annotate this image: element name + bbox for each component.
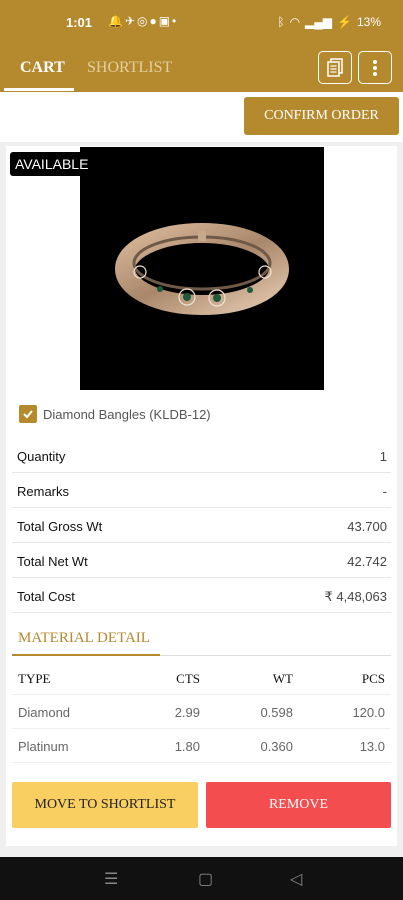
- table-row: Diamond 2.99 0.598 120.0: [12, 695, 391, 729]
- detail-value: -: [382, 484, 387, 499]
- detail-value: 1: [379, 449, 387, 464]
- detail-label: Quantity: [17, 449, 66, 464]
- cell-type: Platinum: [18, 739, 69, 754]
- cell-pcs: 120.0: [352, 705, 385, 720]
- detail-row-total-cost: Total Cost ₹ 4,48,063: [12, 578, 391, 613]
- material-detail-title[interactable]: MATERIAL DETAIL: [18, 630, 150, 647]
- checkmark-icon: [23, 410, 33, 419]
- table-row: Platinum 1.80 0.360 13.0: [12, 729, 391, 763]
- detail-row-remarks: Remarks -: [12, 473, 391, 508]
- home-icon[interactable]: ▢: [198, 869, 213, 889]
- tab-cart[interactable]: CART: [20, 59, 65, 77]
- divider: [160, 655, 391, 656]
- detail-value: 43.700: [347, 519, 387, 534]
- material-title-underline: [12, 654, 160, 656]
- confirm-order-button[interactable]: CONFIRM ORDER: [244, 97, 399, 135]
- tab-shortlist[interactable]: SHORTLIST: [87, 59, 172, 77]
- remove-button[interactable]: REMOVE: [206, 782, 391, 828]
- more-options-button[interactable]: [358, 51, 392, 84]
- status-time: 1:01: [66, 15, 93, 30]
- bluetooth-icon: ᛒ: [277, 15, 285, 29]
- battery-level: 13%: [356, 15, 381, 29]
- system-nav-bar: ☰ ▢ ◁: [0, 857, 403, 900]
- availability-badge: AVAILABLE: [10, 152, 94, 176]
- document-icon: [327, 57, 343, 77]
- battery-icon: ⚡: [337, 15, 352, 29]
- product-checkbox[interactable]: [19, 405, 37, 423]
- move-to-shortlist-button[interactable]: MOVE TO SHORTLIST: [12, 782, 198, 828]
- back-icon[interactable]: ◁: [290, 869, 302, 889]
- detail-row-gross-wt: Total Gross Wt 43.700: [12, 508, 391, 543]
- column-header-type: TYPE: [18, 671, 51, 686]
- cell-cts: 1.80: [174, 739, 200, 754]
- wifi-icon: ◠: [289, 15, 301, 29]
- cell-cts: 2.99: [174, 705, 200, 720]
- document-button[interactable]: [318, 51, 352, 84]
- detail-label: Total Net Wt: [17, 554, 88, 569]
- detail-label: Total Gross Wt: [17, 519, 103, 534]
- detail-row-quantity: Quantity 1: [12, 438, 391, 473]
- detail-value: 42.742: [347, 554, 387, 569]
- column-header-wt: WT: [272, 671, 293, 686]
- detail-label: Remarks: [17, 484, 70, 499]
- status-bar: 1:01 🔔✈◎●▣• ᛒ ◠ ▂▄▆ ⚡ 13%: [0, 0, 403, 46]
- cell-pcs: 13.0: [359, 739, 385, 754]
- detail-row-net-wt: Total Net Wt 42.742: [12, 543, 391, 578]
- tab-indicator: [4, 88, 74, 91]
- system-icons: ᛒ ◠ ▂▄▆ ⚡ 13%: [277, 15, 381, 29]
- column-header-pcs: PCS: [361, 671, 385, 686]
- signal-icon: ▂▄▆: [305, 15, 333, 29]
- cell-wt: 0.598: [260, 705, 293, 720]
- product-image[interactable]: [80, 147, 324, 390]
- recents-icon[interactable]: ☰: [104, 869, 118, 889]
- detail-value: ₹ 4,48,063: [324, 589, 388, 604]
- column-header-cts: CTS: [176, 671, 200, 686]
- material-table-header: TYPE CTS WT PCS: [12, 661, 391, 695]
- product-name: Diamond Bangles (KLDB-12): [43, 407, 211, 422]
- cell-type: Diamond: [18, 705, 71, 720]
- bangle-image: [115, 223, 289, 315]
- detail-label: Total Cost: [17, 589, 75, 604]
- notification-icons: 🔔✈◎●▣•: [108, 14, 179, 28]
- more-vertical-icon: [373, 59, 377, 76]
- cell-wt: 0.360: [260, 739, 293, 754]
- app-bar: CART SHORTLIST: [0, 46, 403, 92]
